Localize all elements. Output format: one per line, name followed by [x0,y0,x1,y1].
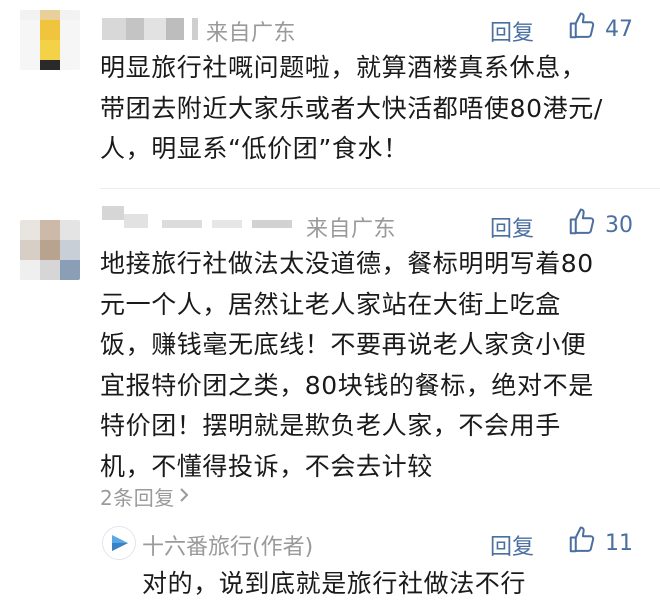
comment-text: 明显旅行社嘅问题啦，就算酒楼真系休息， 带团去附近大家乐或者大快活都唔使80港元… [100,48,603,170]
commenter-name-blurred[interactable] [102,206,302,228]
thumbs-up-icon [567,207,597,243]
comment-divider [100,188,660,189]
reply-button[interactable]: 回复 [490,529,534,561]
author-reply: 十六番旅行(作者) 回复 11 对的，说到底就是旅行社做法不行 [0,520,660,606]
commenter-avatar[interactable] [20,10,80,70]
comment-location: 来自广东 [306,217,397,242]
comment-line: 机，不懂得投诉，不会去计较 [100,451,433,481]
author-name[interactable]: 十六番旅行(作者) [142,529,313,561]
comment-text: 地接旅行社做法太没道德，餐标明明写着80 元一个人，居然让老人家站在大街上吃盒 … [100,244,594,487]
author-reply-text: 对的，说到底就是旅行社做法不行 [142,569,527,598]
commenter-avatar[interactable] [20,220,80,280]
like-count: 47 [605,16,633,42]
comment-location: 来自广东 [206,21,297,46]
commenter-name-blurred[interactable] [102,18,198,40]
comment-line: 元一个人，居然让老人家站在大街上吃盒 [100,289,561,319]
like-button[interactable]: 11 [567,525,633,561]
reply-button[interactable]: 回复 [490,15,534,47]
comment-line: 宜报特价团之类，80块钱的餐标，绝对不是 [100,370,594,400]
reply-button[interactable]: 回复 [490,211,534,243]
comment-2: 来自广东 回复 30 地接旅行社做法太没道德，餐标明明写着80 元一个人，居然让… [0,190,660,606]
like-button[interactable]: 30 [567,207,633,243]
comment-line: 地接旅行社做法太没道德，餐标明明写着80 [100,249,594,278]
comment-line: 特价团！摆明就是欺负老人家，不会用手 [100,411,561,440]
play-logo-icon[interactable] [102,526,136,560]
comment-line: 人，明显系“低价团”食水！ [100,134,409,163]
comment-line: 饭，赚钱毫无底线！不要再说老人家贪小便 [100,330,587,359]
comment-line: 带团去附近大家乐或者大快活都唔使80港元/ [100,93,603,123]
comment-line: 明显旅行社嘅问题啦，就算酒楼真系休息， [100,53,587,82]
replies-count-label: 2条回复 [100,486,175,510]
like-button[interactable]: 47 [567,11,633,47]
comment-1: 来自广东 回复 47 明显旅行社嘅问题啦，就算酒楼真系休息， 带团去附近大家乐或… [0,0,660,190]
view-replies-link[interactable]: 2条回复 [100,482,191,511]
chevron-right-icon [177,485,191,509]
like-count: 30 [605,212,633,238]
thumbs-up-icon [567,11,597,47]
like-count: 11 [605,530,633,556]
thumbs-up-icon [567,525,597,561]
